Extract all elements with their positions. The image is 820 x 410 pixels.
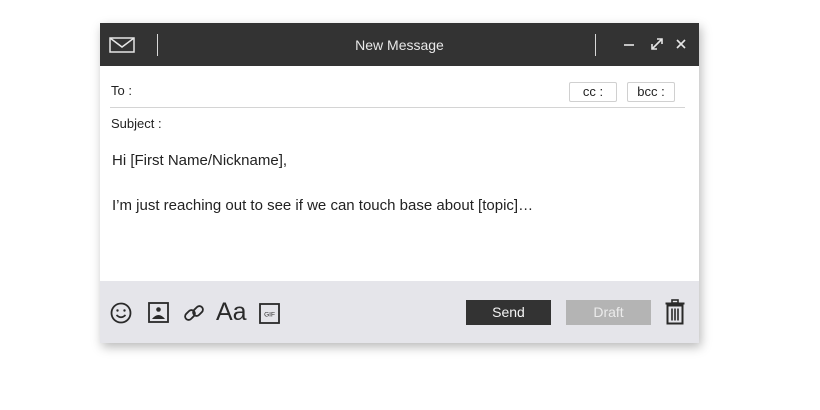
gif-label: GIF [264,312,275,319]
mail-icon[interactable] [109,37,135,53]
subject-row[interactable]: Subject : [110,114,685,138]
title-separator-right [595,34,596,56]
draft-button[interactable]: Draft [566,300,651,325]
trash-icon[interactable] [664,299,686,330]
font-icon[interactable]: Aa [216,297,247,327]
message-body[interactable]: I’m just reaching out to see if we can t… [112,197,533,214]
message-greeting[interactable]: Hi [First Name/Nickname], [112,152,287,169]
window-title: New Message [355,37,444,53]
compose-window: New Message To : cc : bcc : Subject : Hi… [100,23,699,343]
to-row[interactable]: To : cc : bcc : [110,77,685,108]
image-icon[interactable] [148,302,169,328]
title-bar: New Message [100,23,699,66]
close-icon[interactable] [673,36,689,52]
compose-toolbar: Aa GIF Send Draft [100,281,699,343]
link-icon[interactable] [183,302,205,329]
emoji-icon[interactable] [110,302,132,329]
bcc-button[interactable]: bcc : [627,82,675,102]
minimize-icon[interactable] [621,36,637,52]
subject-label: Subject : [111,116,162,131]
cc-button[interactable]: cc : [569,82,617,102]
title-separator-left [157,34,158,56]
gif-icon[interactable]: GIF [259,303,280,329]
send-button[interactable]: Send [466,300,551,325]
to-label: To : [111,83,132,98]
expand-icon[interactable] [649,36,665,52]
